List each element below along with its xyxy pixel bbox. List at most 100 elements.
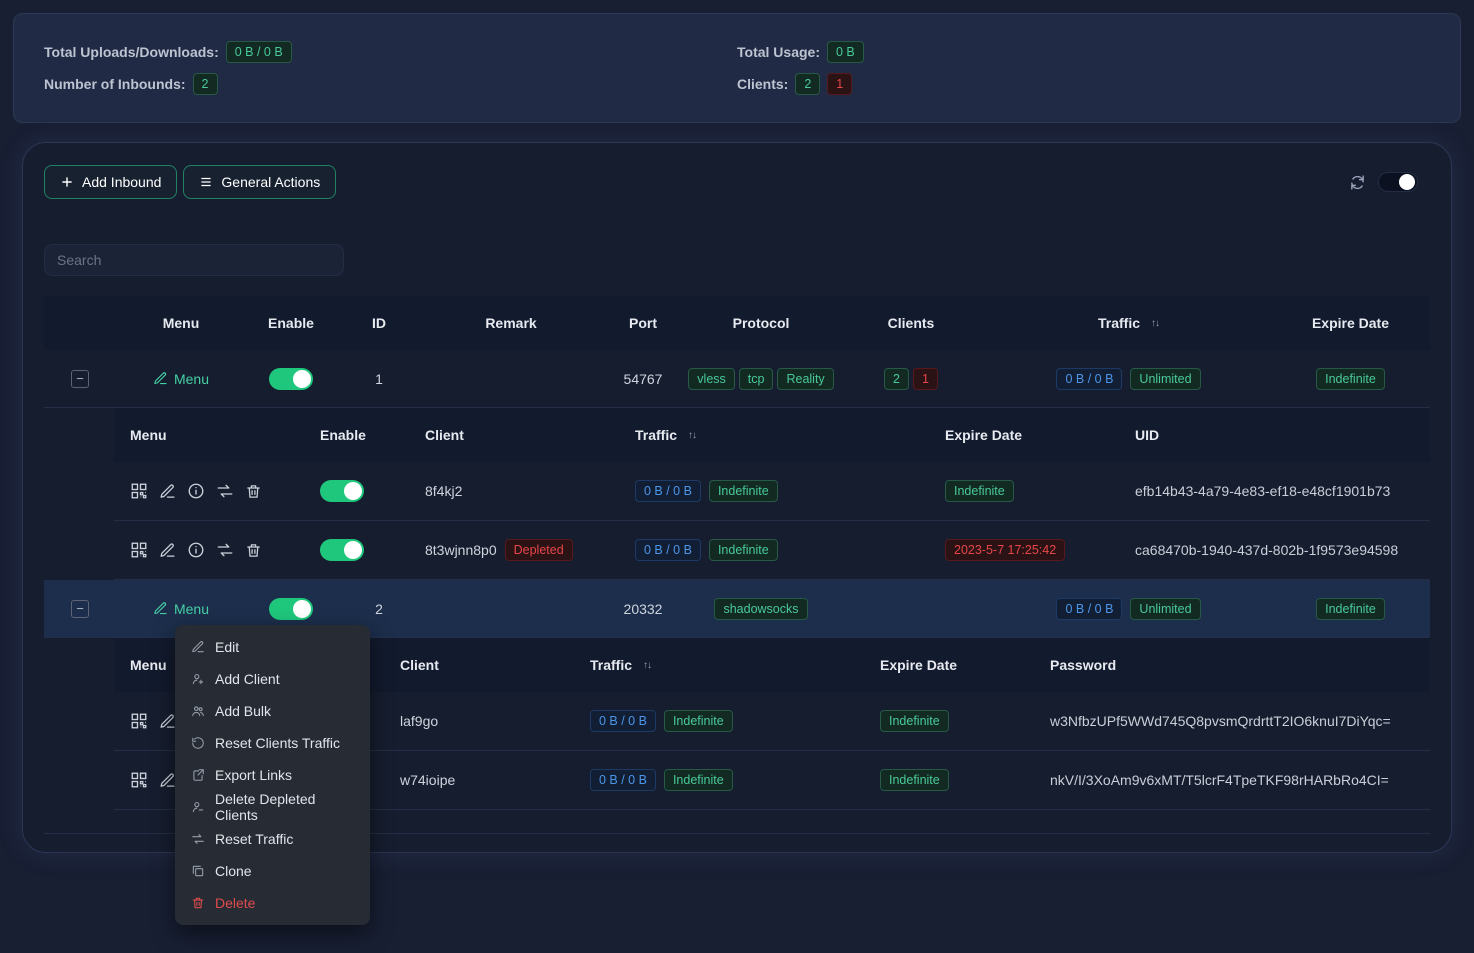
header-clients: Clients [836,315,986,331]
protocol-tag: vless [688,368,734,390]
inbound-port: 20332 [600,601,686,617]
client-uid: ca68470b-1940-437d-802b-1f9573e94598 [1119,542,1430,558]
menu-item-reset-traffic[interactable]: Reset Traffic [175,823,370,855]
header-traffic[interactable]: Traffic ↑↓ [986,315,1271,331]
reset-client-traffic-button[interactable] [216,482,234,500]
inbound-protocol-tags: vless tcp Reality [686,368,836,390]
reset-circular-icon [191,736,205,750]
inbound-enable-toggle[interactable] [269,368,313,390]
menu-item-edit[interactable]: Edit [175,631,370,663]
client-row: 8f4kj2 0 B / 0 B Indefinite Indefinite e… [114,462,1430,521]
inbound-expire: Indefinite [1271,368,1430,390]
header-protocol: Protocol [686,315,836,331]
total-uploads-downloads-value: 0 B / 0 B [226,41,292,63]
trash-icon [245,483,262,500]
menu-item-delete[interactable]: Delete [175,887,370,919]
sub-header-traffic[interactable]: Traffic ↑↓ [619,427,929,443]
inbound-traffic: 0 B / 0 B Unlimited [986,598,1271,620]
inbound-row-1: − Menu 1 54767 vless tcp Reality 2 1 [44,350,1430,408]
swap-arrows-icon [216,482,234,500]
collapse-row-button[interactable]: − [71,370,89,388]
trash-icon [191,896,205,910]
reset-client-traffic-button[interactable] [216,541,234,559]
menu-item-label: Reset Clients Traffic [215,735,340,751]
client-password: nkV/I/3XoAm9v6xMT/T5lcrF4TpeTKF98rHARbRo… [1034,772,1430,788]
info-circle-icon [187,482,205,500]
qr-code-button[interactable] [130,541,148,559]
menu-item-label: Export Links [215,767,292,783]
toolbar-right [1349,172,1430,192]
delete-client-button[interactable] [245,483,262,500]
client-enable-toggle[interactable] [320,480,364,502]
header-menu: Menu [116,315,246,331]
plus-icon [60,175,74,189]
search-input[interactable] [44,244,344,276]
refresh-button[interactable] [1349,174,1366,191]
clients-active-count: 2 [795,73,820,95]
dark-mode-toggle[interactable] [1378,172,1418,192]
client-actions [114,482,304,500]
trash-icon [245,542,262,559]
edit-client-button[interactable] [159,713,176,730]
client-enable-toggle[interactable] [320,539,364,561]
list-menu-icon [199,175,213,189]
edit-client-button[interactable] [159,542,176,559]
add-inbound-button[interactable]: Add Inbound [44,165,177,199]
protocol-tag: Reality [777,368,833,390]
menu-item-delete-depleted-clients[interactable]: Delete Depleted Clients [175,791,370,823]
client-row: 8t3wjnn8p0 Depleted 0 B / 0 B Indefinite… [114,521,1430,580]
copy-icon [191,864,205,878]
stat-number-of-inbounds: Number of Inbounds: 2 [44,73,737,95]
number-of-inbounds-label: Number of Inbounds: [44,76,186,92]
qr-code-button[interactable] [130,712,148,730]
inbound-menu-link[interactable]: Menu [153,601,209,617]
client-info-button[interactable] [187,541,205,559]
menu-item-reset-clients-traffic[interactable]: Reset Clients Traffic [175,727,370,759]
inbound-expire: Indefinite [1271,598,1430,620]
menu-item-add-client[interactable]: Add Client [175,663,370,695]
sub-header-traffic-label: Traffic [590,657,632,673]
edit-pencil-icon [191,640,205,654]
delete-client-button[interactable] [245,542,262,559]
inbound-1-clients-table: Menu Enable Client Traffic ↑↓ Expire Dat… [114,408,1430,580]
sub-header-uid: UID [1119,427,1430,443]
traffic-limit-badge: Indefinite [664,769,733,791]
users-group-icon [191,704,205,718]
info-circle-icon [187,541,205,559]
menu-item-label: Delete Depleted Clients [215,791,354,823]
inbound-menu-label: Menu [174,601,209,617]
clients-table-header: Menu Enable Client Traffic ↑↓ Expire Dat… [114,408,1430,462]
inbound-menu-link[interactable]: Menu [153,371,209,387]
sub-header-traffic[interactable]: Traffic ↑↓ [574,657,864,673]
refresh-icon [1349,174,1366,191]
client-traffic: 0 B / 0 B Indefinite [619,539,929,561]
depleted-badge: Depleted [505,539,573,561]
inbound-id: 2 [336,601,422,617]
inbound-port: 54767 [600,371,686,387]
menu-item-clone[interactable]: Clone [175,855,370,887]
menu-item-add-bulk[interactable]: Add Bulk [175,695,370,727]
inbound-context-menu: Edit Add Client Add Bulk Reset Clients T… [175,625,370,925]
qr-code-button[interactable] [130,771,148,789]
collapse-row-button[interactable]: − [71,600,89,618]
edit-client-button[interactable] [159,483,176,500]
menu-item-export-links[interactable]: Export Links [175,759,370,791]
expire-badge: Indefinite [880,769,949,791]
edit-client-button[interactable] [159,772,176,789]
client-expire: Indefinite [864,710,1034,732]
qr-code-button[interactable] [130,482,148,500]
edit-pencil-icon [159,772,176,789]
inbound-id: 1 [336,371,422,387]
sub-header-client: Client [409,427,619,443]
client-name: 8f4kj2 [409,483,619,499]
total-usage-label: Total Usage: [737,44,820,60]
clients-active-badge: 2 [884,368,909,390]
inbound-enable-toggle[interactable] [269,598,313,620]
qr-code-icon [130,482,148,500]
sub-header-expire: Expire Date [929,427,1119,443]
traffic-limit-badge: Unlimited [1130,368,1200,390]
number-of-inbounds-value: 2 [193,73,218,95]
client-info-button[interactable] [187,482,205,500]
sort-icons: ↑↓ [688,430,696,441]
general-actions-button[interactable]: General Actions [183,165,336,199]
